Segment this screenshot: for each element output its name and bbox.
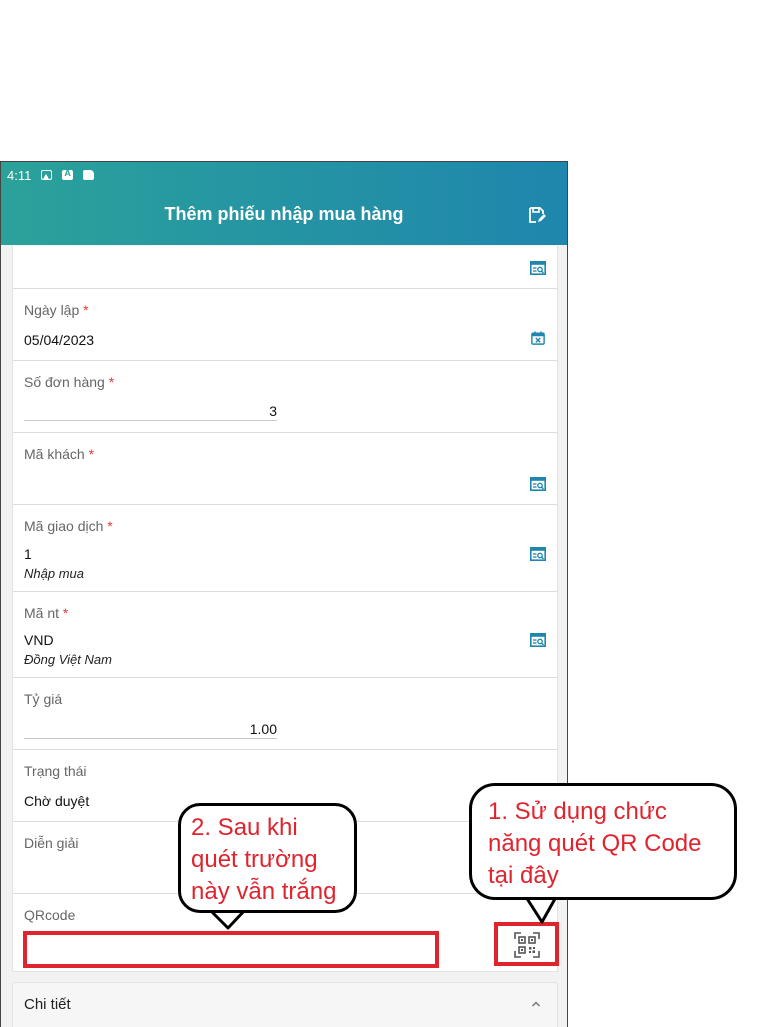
field-ngay-lap[interactable]: Ngày lập * 05/04/2023 xyxy=(13,289,557,361)
annotation-callout-2: 2. Sau khi quét trường này vẫn trắng xyxy=(178,803,357,913)
status-time: 4:11 xyxy=(7,167,32,183)
field-label: QRcode xyxy=(24,907,76,923)
app-bar: 4:11 Thêm phiếu nhập mua hàng xyxy=(1,162,567,245)
qr-scan-icon xyxy=(514,932,540,958)
date-value[interactable]: 05/04/2023 xyxy=(24,332,94,348)
field-label: Ngày lập * xyxy=(24,302,89,318)
callout-line: tại đây xyxy=(488,862,559,889)
field-ma-nt[interactable]: Mã nt * VND Đồng Việt Nam xyxy=(13,592,557,678)
gallery-notification-icon xyxy=(41,170,53,180)
field-label: Diễn giải xyxy=(24,835,79,851)
field-label: Mã nt * xyxy=(24,605,69,621)
lookup-icon[interactable] xyxy=(530,547,546,561)
transaction-code-desc: Nhập mua xyxy=(24,566,84,581)
app-notification-icon xyxy=(62,168,74,180)
currency-code-desc: Đồng Việt Nam xyxy=(24,652,112,667)
sd-card-icon xyxy=(83,170,95,180)
field-label: Trạng thái xyxy=(24,763,87,779)
currency-code-value[interactable]: VND xyxy=(24,632,54,648)
save-edit-icon[interactable] xyxy=(527,205,547,225)
transaction-code-value[interactable]: 1 xyxy=(24,546,32,562)
field-ma-giao-dich[interactable]: Mã giao dịch * 1 Nhập mua xyxy=(13,505,557,592)
callout-line: quét trường xyxy=(191,846,318,873)
order-number-input[interactable]: 3 xyxy=(24,403,277,421)
status-bar: 4:11 xyxy=(7,166,95,184)
callout-line: 2. Sau khi xyxy=(191,814,298,841)
form-row-top[interactable] xyxy=(13,246,557,289)
calendar-icon[interactable] xyxy=(530,331,546,345)
lookup-icon[interactable] xyxy=(530,633,546,647)
lookup-icon[interactable] xyxy=(530,261,546,275)
qr-scan-button[interactable] xyxy=(494,922,559,966)
exchange-rate-input[interactable]: 1.00 xyxy=(24,721,277,739)
field-label: Số đơn hàng * xyxy=(24,374,115,390)
field-ty-gia[interactable]: Tỷ giá 1.00 xyxy=(13,678,557,750)
detail-label: Chi tiết xyxy=(24,996,71,1013)
callout-line: năng quét QR Code xyxy=(488,830,702,857)
field-label: Mã giao dịch * xyxy=(24,518,113,534)
chevron-up-icon[interactable] xyxy=(531,999,541,1009)
page-title: Thêm phiếu nhập mua hàng xyxy=(164,204,404,224)
field-so-don-hang[interactable]: Số đơn hàng * 3 xyxy=(13,361,557,433)
qrcode-input[interactable] xyxy=(23,931,439,968)
field-label: Mã khách * xyxy=(24,446,95,462)
status-select[interactable]: Chờ duyệt xyxy=(24,793,89,809)
callout-line: 1. Sử dụng chức xyxy=(488,798,667,825)
detail-section-header[interactable]: Chi tiết xyxy=(12,982,558,1027)
field-label: Tỷ giá xyxy=(24,691,63,707)
annotation-callout-1: 1. Sử dụng chức năng quét QR Code tại đâ… xyxy=(469,783,737,900)
field-ma-khach[interactable]: Mã khách * xyxy=(13,433,557,505)
lookup-icon[interactable] xyxy=(530,477,546,491)
callout-line: này vẫn trắng xyxy=(191,878,337,905)
